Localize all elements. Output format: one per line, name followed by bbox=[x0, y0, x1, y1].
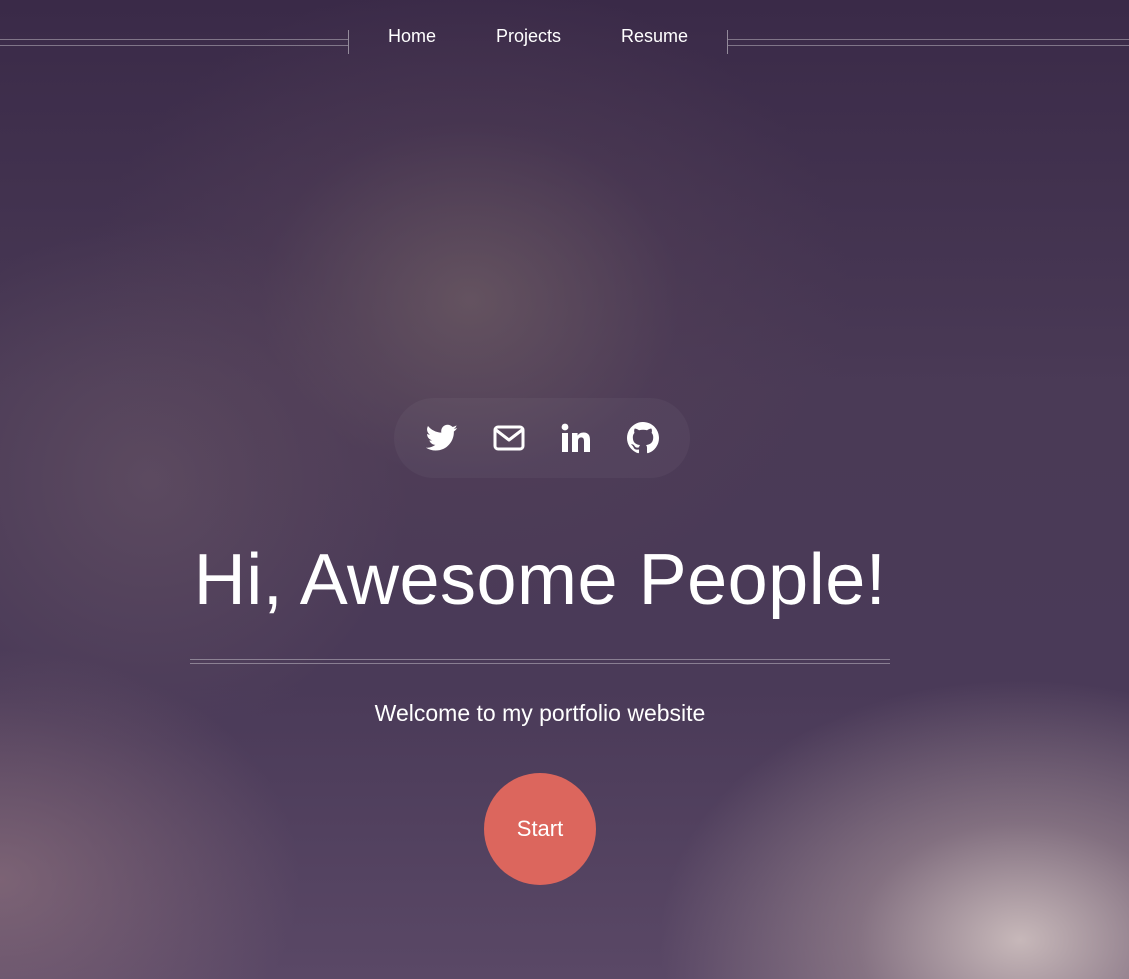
nav-link-resume[interactable]: Resume bbox=[591, 24, 718, 48]
nav-divider-right bbox=[728, 39, 1129, 46]
nav-link-projects[interactable]: Projects bbox=[466, 24, 591, 48]
github-link[interactable] bbox=[626, 421, 660, 455]
linkedin-link[interactable] bbox=[559, 421, 593, 455]
nav-link-home[interactable]: Home bbox=[358, 24, 466, 48]
email-link[interactable] bbox=[492, 421, 526, 455]
hero-divider bbox=[190, 659, 890, 664]
twitter-icon bbox=[425, 424, 458, 452]
start-button[interactable]: Start bbox=[484, 773, 596, 885]
social-links bbox=[394, 398, 690, 478]
mail-icon bbox=[493, 425, 525, 451]
hero-title: Hi, Awesome People! bbox=[193, 540, 887, 620]
top-navigation: Home Projects Resume bbox=[0, 0, 1129, 60]
hero-subtitle: Welcome to my portfolio website bbox=[374, 700, 706, 726]
nav-divider-left bbox=[0, 39, 348, 46]
nav-items: Home Projects Resume bbox=[349, 24, 727, 48]
linkedin-icon bbox=[561, 423, 591, 453]
github-icon bbox=[626, 422, 659, 454]
twitter-link[interactable] bbox=[425, 421, 459, 455]
